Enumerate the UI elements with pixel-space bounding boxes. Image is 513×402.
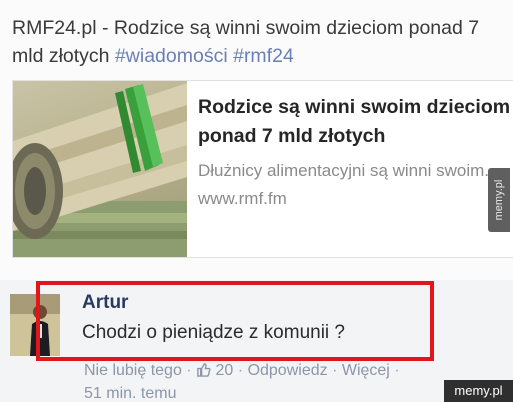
hashtag-wiadomosci[interactable]: #wiadomości <box>115 45 228 67</box>
unlike-link[interactable]: Nie lubię tego <box>84 362 182 379</box>
hashtag-rmf24[interactable]: #rmf24 <box>233 45 294 67</box>
action-separator: · <box>394 362 400 379</box>
reply-link[interactable]: Odpowiedz <box>248 362 328 379</box>
thumbs-up-icon <box>196 362 211 383</box>
article-thumbnail[interactable] <box>13 81 187 257</box>
link-title-line2[interactable]: ponad 7 mld złotych <box>198 122 513 151</box>
comment-text: Chodzi o pieniądze z komunii ? <box>82 322 345 343</box>
side-watermark: memy.pl <box>488 168 510 232</box>
action-separator: · <box>186 362 192 379</box>
link-preview-card[interactable]: Rodzice są winni swoim dzieciom ponad 7 … <box>12 80 513 258</box>
comment-timestamp[interactable]: 51 min. temu <box>84 385 176 402</box>
post-text-line2: mld złotych <box>12 45 110 67</box>
link-title[interactable]: Rodzice są winni swoim dzieciom ponad 7 … <box>198 93 513 151</box>
link-description: Dłużnicy alimentacyjni są winni swoim... <box>198 161 498 180</box>
post-text-line1: RMF24.pl - Rodzice są winni swoim dzieci… <box>12 17 480 39</box>
link-title-line1[interactable]: Rodzice są winni swoim dzieciom <box>198 93 513 122</box>
money-roll-image <box>13 83 187 257</box>
post-text: RMF24.pl - Rodzice są winni swoim dzieci… <box>12 14 507 70</box>
link-domain: www.rmf.fm <box>198 189 287 208</box>
comment-actions: Nie lubię tego · 20 · Odpowiedz · Więcej… <box>84 360 444 402</box>
bottom-watermark: memy.pl <box>444 380 513 402</box>
more-link[interactable]: Więcej <box>342 362 390 379</box>
side-watermark-text: memy.pl <box>493 179 505 221</box>
comment-author[interactable]: Artur <box>82 292 128 314</box>
like-count[interactable]: 20 <box>216 362 234 379</box>
action-separator: · <box>332 362 338 379</box>
action-separator: · <box>237 362 244 379</box>
